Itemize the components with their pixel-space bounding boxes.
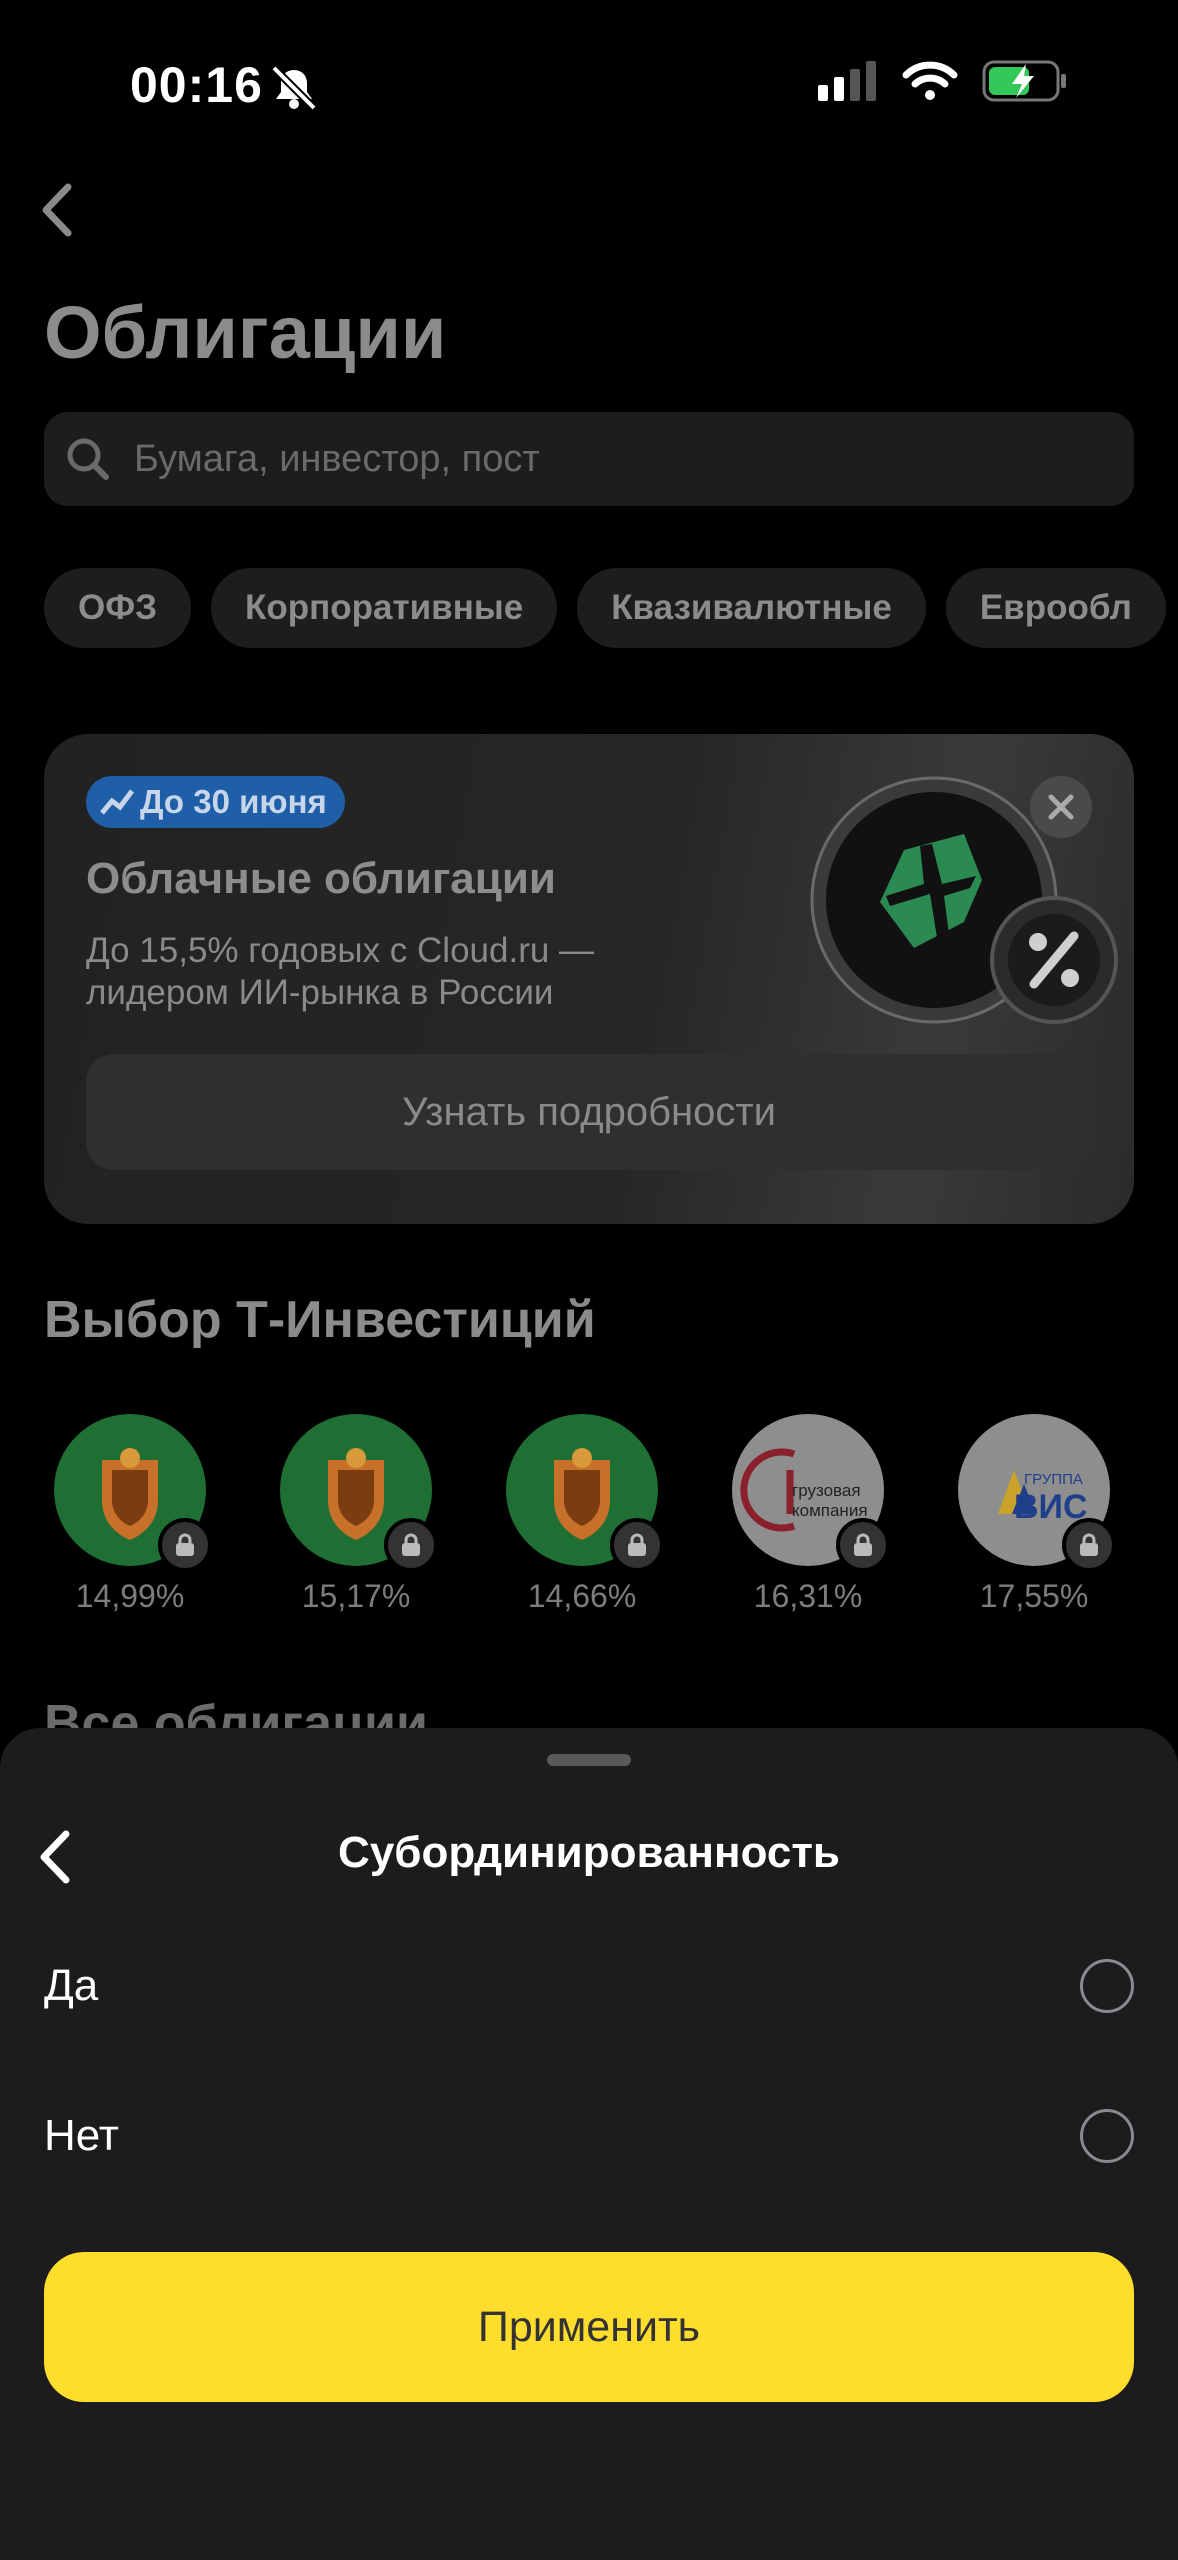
- search-input[interactable]: Бумага, инвестор, пост: [44, 412, 1134, 506]
- lock-icon: [1080, 1533, 1098, 1556]
- option-yes-radio[interactable]: [1080, 1959, 1134, 2013]
- lock-badge: [384, 1518, 438, 1572]
- lock-badge: [836, 1518, 890, 1572]
- lock-icon: [402, 1533, 420, 1556]
- issuer-logo: [280, 1414, 438, 1572]
- chip-ofz[interactable]: ОФЗ: [44, 568, 192, 648]
- chart-trend-icon: [100, 789, 134, 815]
- promo-subtitle-line-1: До 15,5% годовых с Cloud.ru —: [86, 931, 595, 970]
- lock-icon: [628, 1533, 646, 1556]
- lock-badge: [610, 1518, 664, 1572]
- back-chevron-icon[interactable]: [30, 175, 90, 245]
- pick-item[interactable]: 15,17%: [280, 1414, 438, 1615]
- chip-eurobonds[interactable]: Еврообл: [945, 568, 1166, 648]
- option-yes[interactable]: Да: [44, 1936, 1134, 2036]
- picks-list: 14,99% 15,17% 14,66% грузовая компания 1…: [54, 1414, 1116, 1615]
- option-no[interactable]: Нет: [44, 2086, 1134, 2186]
- pick-yield: 17,55%: [979, 1578, 1089, 1614]
- option-yes-label: Да: [44, 1961, 99, 2010]
- filter-bottom-sheet: Субординированность Да Нет Применить: [0, 1728, 1178, 2560]
- pick-yield: 15,17%: [301, 1578, 411, 1614]
- lock-badge: [158, 1518, 212, 1572]
- pick-item[interactable]: ГРУППА ВИС 17,55%: [958, 1414, 1116, 1615]
- pick-item[interactable]: 14,66%: [506, 1414, 664, 1615]
- filter-chips: ОФЗ Корпоративные Квазивалютные Еврообл: [44, 568, 1166, 648]
- pick-item[interactable]: грузовая компания 16,31%: [732, 1414, 890, 1615]
- lock-icon: [854, 1533, 872, 1556]
- option-no-radio[interactable]: [1080, 2109, 1134, 2163]
- status-time: 00:16: [130, 57, 263, 113]
- promo-close-button[interactable]: [1030, 776, 1092, 838]
- wifi-icon: [902, 61, 958, 100]
- apply-button[interactable]: Применить: [44, 2252, 1134, 2402]
- issuer-logo: ГРУППА ВИС: [958, 1414, 1116, 1572]
- vis-logo-text-1: ГРУППА: [1024, 1471, 1083, 1488]
- pick-yield: 16,31%: [753, 1578, 863, 1614]
- pgk-logo-text-2: компания: [792, 1501, 868, 1520]
- option-no-label: Нет: [44, 2111, 119, 2160]
- chip-corporate[interactable]: Корпоративные: [211, 568, 558, 648]
- pick-yield: 14,99%: [75, 1578, 185, 1614]
- promo-details-button[interactable]: Узнать подробности: [86, 1054, 1092, 1170]
- search-icon: [67, 438, 109, 480]
- promo-subtitle-line-2: лидером ИИ-рынка в России: [86, 973, 554, 1012]
- lock-badge: [1062, 1518, 1116, 1572]
- issuer-logo: [54, 1414, 212, 1572]
- picks-title: Выбор Т-Инвестиций: [44, 1291, 596, 1349]
- promo-badge-label: До 30 июня: [140, 783, 327, 820]
- issuer-logo: грузовая компания: [732, 1414, 890, 1572]
- bell-slash-icon: [271, 66, 317, 110]
- promo-badge: До 30 июня: [86, 776, 345, 828]
- pgk-logo-text-1: грузовая: [792, 1481, 861, 1500]
- signal-icon: [818, 61, 876, 101]
- promo-subtitle: До 15,5% годовых с Cloud.ru — лидером ИИ…: [86, 930, 594, 1014]
- promo-card[interactable]: До 30 июня Облачные облигации До 15,5% г…: [44, 734, 1134, 1224]
- page-title: Облигации: [44, 291, 447, 374]
- pick-item[interactable]: 14,99%: [54, 1414, 212, 1615]
- issuer-logo: [506, 1414, 664, 1572]
- pick-yield: 14,66%: [527, 1578, 637, 1614]
- promo-title: Облачные облигации: [86, 854, 556, 903]
- battery-charging-icon: [982, 60, 1066, 102]
- search-placeholder: Бумага, инвестор, пост: [134, 437, 540, 480]
- lock-icon: [176, 1533, 194, 1556]
- sheet-title: Субординированность: [338, 1828, 840, 1877]
- close-icon: [1048, 794, 1074, 820]
- chip-quasi-currency[interactable]: Квазивалютные: [577, 568, 926, 648]
- status-icons: [818, 60, 1068, 102]
- sheet-drag-handle[interactable]: [547, 1754, 631, 1766]
